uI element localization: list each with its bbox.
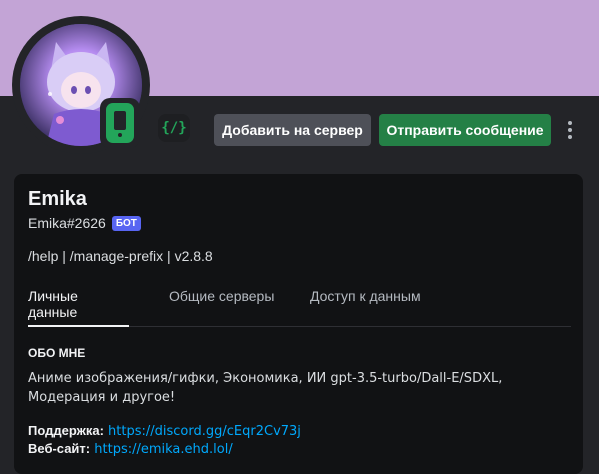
about-me-heading: ОБО МНЕ: [28, 346, 86, 360]
more-options-icon[interactable]: [562, 118, 578, 142]
support-label: Поддержка:: [28, 423, 104, 438]
website-row: Веб-сайт: https://emika.ehd.lol/: [28, 440, 233, 459]
profile-tabs: Личные данные Общие серверы Доступ к дан…: [28, 282, 571, 327]
website-link[interactable]: https://emika.ehd.lol/: [94, 442, 232, 457]
tab-data-access[interactable]: Доступ к данным: [310, 288, 421, 326]
custom-status: /help | /manage-prefix | v2.8.8: [28, 248, 213, 264]
support-link[interactable]: https://discord.gg/cEqr2Cv73j: [108, 424, 301, 439]
mobile-status-icon: [106, 103, 134, 143]
support-row: Поддержка: https://discord.gg/cEqr2Cv73j: [28, 422, 301, 441]
username-row: Emika#2626 БОТ: [28, 214, 141, 232]
send-message-button[interactable]: Отправить сообщение: [379, 114, 551, 146]
tab-personal-info[interactable]: Личные данные: [28, 288, 129, 327]
display-name: Emika: [28, 188, 87, 210]
slash-commands-badge-icon[interactable]: {/}: [158, 114, 190, 142]
about-me-text: Аниме изображения/гифки, Экономика, ИИ g…: [28, 371, 503, 405]
status-indicator: [100, 98, 140, 148]
username-tag: Emika#2626: [28, 215, 106, 231]
bot-badge: БОТ: [111, 215, 141, 231]
profile-card: Emika Emika#2626 БОТ /help | /manage-pre…: [14, 174, 583, 474]
add-to-server-button[interactable]: Добавить на сервер: [214, 114, 371, 146]
tab-mutual-servers[interactable]: Общие серверы: [169, 288, 274, 326]
website-label: Веб-сайт:: [28, 441, 91, 456]
